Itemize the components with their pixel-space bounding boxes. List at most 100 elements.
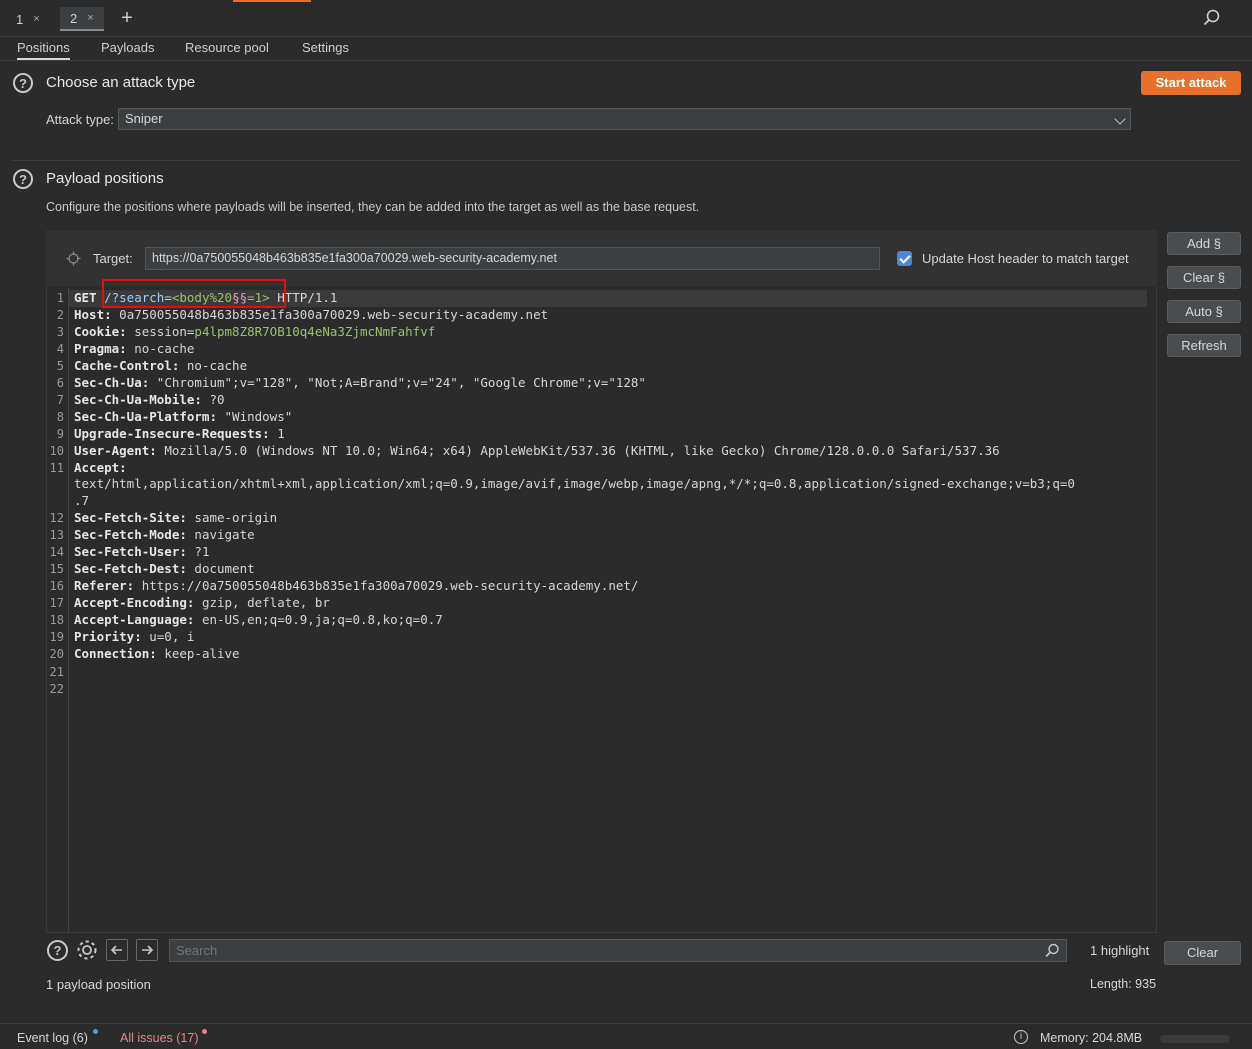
update-host-checkbox[interactable] bbox=[897, 251, 912, 266]
line-number: 19 bbox=[49, 630, 64, 644]
target-input[interactable]: https://0a750055048b463b835e1fa300a70029… bbox=[145, 247, 880, 270]
line-number: 1 bbox=[56, 291, 64, 305]
line-number: 2 bbox=[56, 308, 64, 322]
header-line: Sec-Fetch-Site: same-origin bbox=[74, 510, 278, 525]
attack-type-value: Sniper bbox=[125, 111, 163, 126]
header-line: Cache-Control: no-cache bbox=[74, 358, 248, 373]
line-number: 14 bbox=[49, 545, 64, 559]
line-number: 3 bbox=[56, 325, 64, 339]
clear-marker-button[interactable]: Clear § bbox=[1167, 266, 1241, 289]
line-number: 20 bbox=[49, 647, 64, 661]
search-icon[interactable] bbox=[1045, 943, 1060, 958]
header-line: Sec-Ch-Ua: "Chromium";v="128", "Not;A=Br… bbox=[74, 375, 646, 390]
line-number: 12 bbox=[49, 511, 64, 525]
arrow-left-icon bbox=[110, 945, 122, 955]
start-attack-button[interactable]: Start attack bbox=[1141, 71, 1241, 95]
tab-positions[interactable]: Positions bbox=[17, 40, 70, 60]
update-host-label: Update Host header to match target bbox=[922, 251, 1129, 266]
header-line: Pragma: no-cache bbox=[74, 341, 195, 356]
close-icon[interactable]: × bbox=[33, 13, 39, 25]
payload-positions-description: Configure the positions where payloads w… bbox=[46, 200, 700, 214]
tab-payloads[interactable]: Payloads bbox=[101, 40, 154, 55]
attack-type-label: Attack type: bbox=[46, 112, 114, 127]
memory-bar bbox=[1160, 1035, 1230, 1043]
search-icon[interactable] bbox=[1203, 9, 1221, 27]
header-line: Referer: https://0a750055048b463b835e1fa… bbox=[74, 578, 639, 593]
line-number: 18 bbox=[49, 613, 64, 627]
highlight-count: 1 highlight bbox=[1090, 943, 1150, 958]
gear-icon[interactable] bbox=[75, 938, 99, 962]
issues-dot bbox=[202, 1029, 207, 1034]
intruder-sub-tabs: Positions Payloads Resource pool Setting… bbox=[0, 36, 1252, 61]
request-length: Length: 935 bbox=[1090, 977, 1157, 991]
line-number: 17 bbox=[49, 596, 64, 610]
line-number: 8 bbox=[56, 410, 64, 424]
add-marker-button[interactable]: Add § bbox=[1167, 232, 1241, 255]
section-divider bbox=[12, 160, 1240, 161]
header-line: Sec-Fetch-User: ?1 bbox=[74, 544, 210, 559]
line-number: 11 bbox=[49, 461, 64, 475]
event-log-link[interactable]: Event log (6) bbox=[17, 1031, 88, 1045]
add-tab-button[interactable]: + bbox=[118, 6, 136, 30]
tab-settings[interactable]: Settings bbox=[302, 40, 349, 55]
request-tab-bar: 1 × 2 × + bbox=[0, 0, 1252, 37]
header-line: Accept-Encoding: gzip, deflate, br bbox=[74, 595, 330, 610]
refresh-button[interactable]: Refresh bbox=[1167, 334, 1241, 357]
forward-button[interactable] bbox=[136, 939, 158, 961]
payload-position-count: 1 payload position bbox=[46, 977, 151, 992]
line-number: 5 bbox=[56, 359, 64, 373]
tab-resource-pool[interactable]: Resource pool bbox=[185, 40, 269, 55]
header-line: Sec-Fetch-Mode: navigate bbox=[74, 527, 255, 542]
line-number: 21 bbox=[49, 665, 64, 679]
line-number: 9 bbox=[56, 427, 64, 441]
auto-marker-button[interactable]: Auto § bbox=[1167, 300, 1241, 323]
line-number: 7 bbox=[56, 393, 64, 407]
header-line: Priority: u=0, i bbox=[74, 629, 195, 644]
editor-search-field[interactable] bbox=[169, 939, 1067, 962]
help-icon[interactable]: ? bbox=[47, 940, 68, 961]
header-line: Sec-Fetch-Dest: document bbox=[74, 561, 255, 576]
close-icon[interactable]: × bbox=[87, 12, 93, 24]
payload-position-highlight-box bbox=[102, 279, 286, 308]
request-tab-1[interactable]: 1 × bbox=[6, 7, 50, 31]
editor-search-input[interactable] bbox=[176, 940, 1036, 961]
info-icon[interactable]: i bbox=[1014, 1030, 1028, 1044]
line-number: 10 bbox=[49, 444, 64, 458]
clear-button[interactable]: Clear bbox=[1164, 941, 1241, 965]
all-issues-link[interactable]: All issues (17) bbox=[120, 1031, 199, 1045]
request-body[interactable]: 1 GET /?search=<body%20§§=1> HTTP/1.1 2H… bbox=[46, 288, 1146, 708]
arrow-right-icon bbox=[142, 945, 154, 955]
back-button[interactable] bbox=[106, 939, 128, 961]
tab-label: 1 bbox=[16, 11, 24, 27]
request-tab-2[interactable]: 2 × bbox=[60, 7, 104, 31]
accept-wrap-line-2: .7 bbox=[74, 493, 90, 508]
chevron-down-icon bbox=[1114, 113, 1126, 125]
header-line: Accept-Language: en-US,en;q=0.9,ja;q=0.8… bbox=[74, 612, 443, 627]
line-number: 13 bbox=[49, 528, 64, 542]
header-line: Upgrade-Insecure-Requests: 1 bbox=[74, 426, 285, 441]
header-line: Host: 0a750055048b463b835e1fa300a70029.w… bbox=[74, 307, 549, 322]
line-number: 22 bbox=[49, 682, 64, 696]
line-number: 6 bbox=[56, 376, 64, 390]
tab-accent-line bbox=[233, 0, 311, 2]
help-icon[interactable]: ? bbox=[13, 169, 33, 189]
line-number: 16 bbox=[49, 579, 64, 593]
line-number: 15 bbox=[49, 562, 64, 576]
payload-positions-title: Payload positions bbox=[46, 170, 164, 187]
header-line: Cookie: session=p4lpm8Z8R7OB10q4eNa3Zjmc… bbox=[74, 324, 436, 339]
help-icon[interactable]: ? bbox=[13, 73, 33, 93]
target-label: Target: bbox=[93, 251, 133, 266]
event-log-dot bbox=[93, 1029, 98, 1034]
tab-label: 2 bbox=[70, 10, 78, 26]
header-line: Accept: bbox=[74, 460, 127, 475]
line-number: 4 bbox=[56, 342, 64, 356]
status-bar: Event log (6) All issues (17) i Memory: … bbox=[0, 1023, 1252, 1049]
accept-wrap-line-1: text/html,application/xhtml+xml,applicat… bbox=[74, 476, 1075, 491]
memory-usage: Memory: 204.8MB bbox=[1040, 1031, 1143, 1045]
crosshair-icon bbox=[66, 251, 81, 266]
attack-type-select[interactable]: Sniper bbox=[118, 108, 1131, 130]
header-line: Sec-Ch-Ua-Platform: "Windows" bbox=[74, 409, 293, 424]
header-line: User-Agent: Mozilla/5.0 (Windows NT 10.0… bbox=[74, 443, 1000, 458]
attack-type-title: Choose an attack type bbox=[46, 74, 196, 91]
header-line: Connection: keep-alive bbox=[74, 646, 240, 661]
